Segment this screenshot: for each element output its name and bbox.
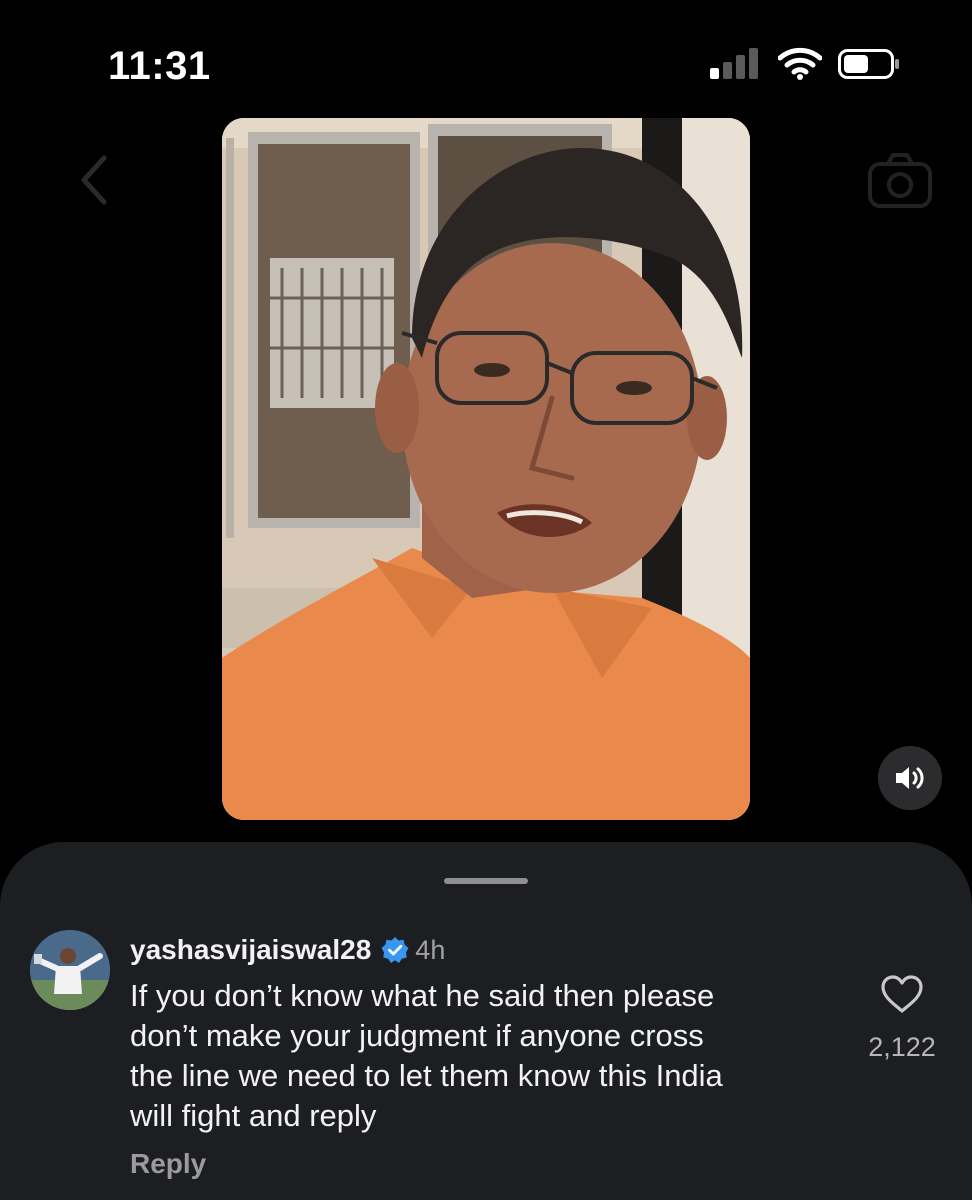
comment-header: yashasvijaiswal28 4h bbox=[130, 930, 445, 970]
video-player[interactable] bbox=[222, 118, 750, 820]
status-time: 11:31 bbox=[108, 44, 211, 88]
battery-icon bbox=[838, 49, 899, 79]
sound-toggle-button[interactable] bbox=[878, 746, 942, 810]
speaker-icon bbox=[896, 767, 924, 789]
camera-icon[interactable] bbox=[866, 150, 934, 210]
heart-icon[interactable] bbox=[880, 974, 924, 1014]
comment-time: 4h bbox=[415, 934, 446, 965]
comments-sheet[interactable]: yashasvijaiswal28 4h If you don’t know w… bbox=[0, 842, 972, 1200]
like-count: 2,122 bbox=[868, 1032, 936, 1062]
comment-text: If you don’t know what he said then plea… bbox=[130, 978, 723, 1133]
sheet-grabber[interactable] bbox=[444, 878, 528, 884]
wifi-icon bbox=[778, 47, 822, 80]
cellular-signal-icon bbox=[710, 47, 760, 79]
reply-button[interactable]: Reply bbox=[130, 1148, 206, 1180]
comment-username[interactable]: yashasvijaiswal28 bbox=[130, 934, 371, 966]
video-frame-image bbox=[222, 118, 750, 820]
chevron-left-icon[interactable] bbox=[72, 150, 116, 210]
avatar[interactable] bbox=[30, 930, 110, 1010]
verified-badge-icon bbox=[381, 937, 409, 963]
